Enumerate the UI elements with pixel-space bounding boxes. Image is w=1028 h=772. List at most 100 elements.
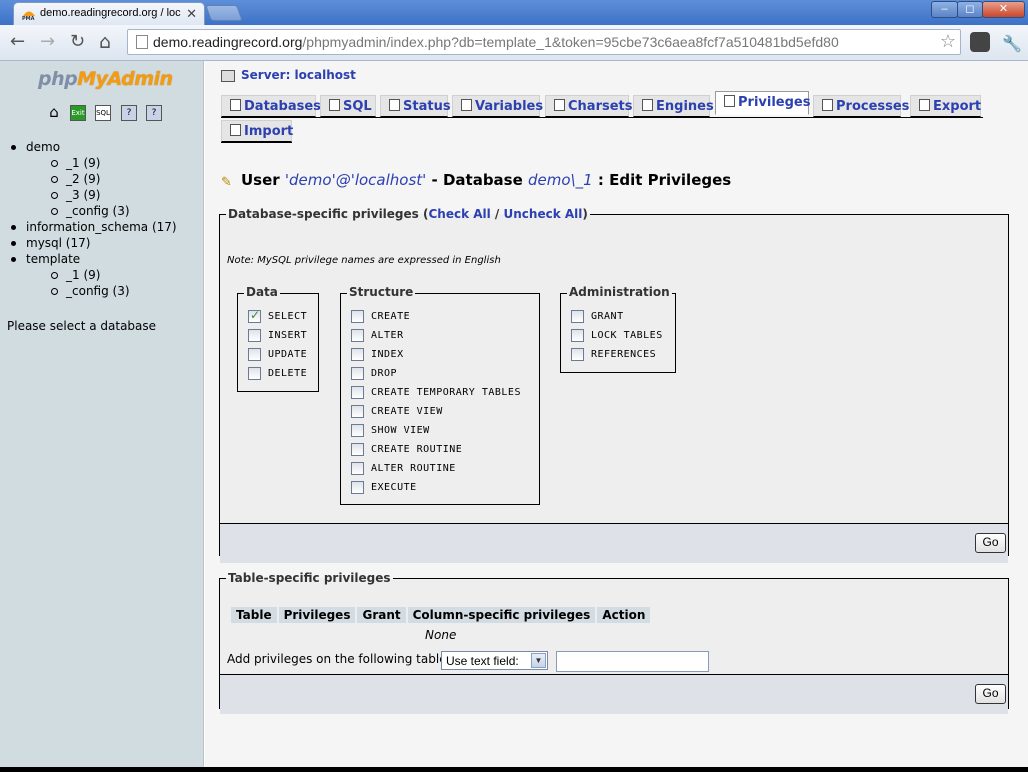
tab-underline bbox=[221, 117, 983, 118]
close-tab-icon[interactable]: ✕ bbox=[186, 6, 197, 22]
tab-engines[interactable]: Engines bbox=[633, 95, 714, 117]
sidebar-db-item[interactable]: information_schema (17) bbox=[8, 219, 177, 235]
privilege-checkbox[interactable] bbox=[351, 348, 364, 361]
close-window-button[interactable]: ✕ bbox=[982, 1, 1025, 18]
tab-privileges[interactable]: Privileges bbox=[715, 91, 810, 115]
privilege-row[interactable]: CREATE TEMPORARY TABLES bbox=[351, 386, 521, 402]
privilege-checkbox[interactable] bbox=[571, 348, 584, 361]
privilege-label: CREATE bbox=[371, 311, 411, 322]
privilege-checkbox[interactable] bbox=[248, 329, 261, 342]
privilege-checkbox[interactable] bbox=[351, 443, 364, 456]
privilege-row[interactable]: CREATE ROUTINE bbox=[351, 443, 462, 459]
tab-label: Charsets bbox=[568, 99, 633, 114]
sql-query-icon[interactable]: SQL bbox=[95, 105, 111, 121]
home-icon[interactable]: ⌂ bbox=[46, 105, 62, 121]
chevron-down-icon[interactable]: ▼ bbox=[531, 653, 546, 668]
privilege-row[interactable]: ALTER ROUTINE bbox=[351, 462, 456, 478]
privilege-checkbox[interactable] bbox=[351, 329, 364, 342]
navigation-frame: phpMyAdmin ⌂ Exit SQL ? ? demo _1 (9) _2 (… bbox=[0, 61, 204, 767]
tab-label: Processes bbox=[836, 99, 910, 114]
forward-icon[interactable]: → bbox=[40, 32, 55, 52]
privilege-row[interactable]: REFERENCES bbox=[571, 348, 656, 364]
home-icon[interactable]: ⌂ bbox=[99, 32, 111, 52]
privilege-checkbox[interactable] bbox=[351, 310, 364, 323]
check-all-link[interactable]: Check All bbox=[428, 207, 490, 221]
privilege-checkbox[interactable] bbox=[351, 462, 364, 475]
phpmyadmin-logo[interactable]: phpMyAdmin bbox=[38, 68, 173, 90]
server-breadcrumb[interactable]: Server: localhost bbox=[221, 68, 356, 82]
sidebar-table-item[interactable]: _2 (9) bbox=[8, 171, 177, 187]
database-link[interactable]: demo\_1 bbox=[528, 171, 593, 189]
privilege-checkbox[interactable] bbox=[248, 367, 261, 380]
tab-export[interactable]: Export bbox=[910, 95, 981, 117]
privilege-checkbox[interactable] bbox=[351, 424, 364, 437]
tab-charsets[interactable]: Charsets bbox=[545, 95, 633, 117]
tab-processes[interactable]: Processes bbox=[813, 95, 909, 117]
wrench-icon[interactable]: 🔧 bbox=[1002, 34, 1022, 53]
maximize-button[interactable]: ◻ bbox=[957, 1, 983, 18]
table-name-input[interactable] bbox=[556, 651, 709, 672]
sidebar-db-item[interactable]: template bbox=[8, 251, 177, 267]
privilege-checkbox[interactable] bbox=[571, 310, 584, 323]
group-title: Administration bbox=[567, 285, 672, 299]
status-icon bbox=[389, 99, 400, 111]
privilege-row[interactable]: LOCK TABLES bbox=[571, 329, 663, 345]
privilege-row[interactable]: CREATE bbox=[351, 310, 410, 326]
tab-databases[interactable]: Databases bbox=[221, 95, 321, 117]
docs-icon[interactable]: ? bbox=[121, 105, 137, 121]
privilege-row[interactable]: SELECT bbox=[248, 308, 307, 326]
privilege-row[interactable]: DROP bbox=[351, 367, 397, 383]
tab-sql[interactable]: SQL bbox=[320, 95, 376, 117]
sidebar-table-item[interactable]: _1 (9) bbox=[8, 267, 177, 283]
privilege-row[interactable]: CREATE VIEW bbox=[351, 405, 443, 421]
privilege-checkbox[interactable] bbox=[351, 405, 364, 418]
privilege-label: REFERENCES bbox=[591, 349, 657, 360]
exit-icon[interactable]: Exit bbox=[70, 105, 86, 121]
sidebar-table-item[interactable]: _config (3) bbox=[8, 203, 177, 219]
help-icon[interactable]: ? bbox=[146, 105, 162, 121]
go-button[interactable]: Go bbox=[975, 533, 1006, 553]
privilege-checkbox[interactable] bbox=[248, 348, 261, 361]
new-tab-button[interactable] bbox=[205, 5, 243, 21]
star-icon[interactable]: ☆ bbox=[940, 31, 956, 52]
privilege-label: LOCK TABLES bbox=[591, 330, 663, 341]
tab-import[interactable]: Import bbox=[221, 120, 293, 142]
privilege-row[interactable]: GRANT bbox=[571, 310, 624, 326]
privilege-label: SHOW VIEW bbox=[371, 425, 430, 436]
group-title: Data bbox=[244, 285, 280, 299]
privilege-row[interactable]: SHOW VIEW bbox=[351, 424, 430, 440]
privilege-row[interactable]: UPDATE bbox=[248, 348, 307, 364]
url-text: demo.readingrecord.org/phpmyadmin/index.… bbox=[153, 34, 839, 50]
privilege-row[interactable]: EXECUTE bbox=[351, 481, 417, 497]
privilege-row[interactable]: INSERT bbox=[248, 329, 307, 345]
sidebar-db-item[interactable]: mysql (17) bbox=[8, 235, 177, 251]
privilege-checkbox[interactable] bbox=[248, 308, 261, 323]
go-button-2[interactable]: Go bbox=[975, 684, 1006, 704]
reload-icon[interactable]: ↻ bbox=[70, 32, 85, 52]
address-bar[interactable]: demo.readingrecord.org/phpmyadmin/index.… bbox=[127, 29, 961, 55]
back-icon[interactable]: ← bbox=[10, 32, 25, 52]
minimize-button[interactable]: – bbox=[931, 1, 958, 18]
sidebar-table-item[interactable]: _1 (9) bbox=[8, 155, 177, 171]
privilege-checkbox[interactable] bbox=[351, 367, 364, 380]
tab-variables[interactable]: Variables bbox=[452, 95, 543, 117]
privilege-row[interactable]: DELETE bbox=[248, 367, 307, 383]
privilege-label: CREATE TEMPORARY TABLES bbox=[371, 387, 521, 398]
tab-status[interactable]: Status bbox=[380, 95, 451, 117]
privilege-checkbox[interactable] bbox=[571, 329, 584, 342]
privilege-checkbox[interactable] bbox=[351, 481, 364, 494]
database-tree: demo _1 (9) _2 (9) _3 (9) _config (3) informa… bbox=[8, 139, 177, 299]
sidebar-table-item[interactable]: _config (3) bbox=[8, 283, 177, 299]
sidebar-table-item[interactable]: _3 (9) bbox=[8, 187, 177, 203]
svg-text:PMA: PMA bbox=[22, 16, 35, 21]
privilege-checkbox[interactable] bbox=[351, 386, 364, 399]
browser-tab[interactable]: PMA demo.readingrecord.org / loc ✕ bbox=[13, 2, 205, 25]
extension-icon[interactable] bbox=[970, 32, 990, 52]
column-header: Grant bbox=[357, 607, 406, 623]
privilege-row[interactable]: ALTER bbox=[351, 329, 404, 345]
privilege-row[interactable]: INDEX bbox=[351, 348, 404, 364]
sidebar-db-item[interactable]: demo bbox=[8, 139, 177, 155]
table-select[interactable]: Use text field: ▼ bbox=[441, 651, 548, 670]
uncheck-all-link[interactable]: Uncheck All bbox=[504, 207, 583, 221]
user-link[interactable]: 'demo'@'localhost' bbox=[285, 171, 426, 189]
